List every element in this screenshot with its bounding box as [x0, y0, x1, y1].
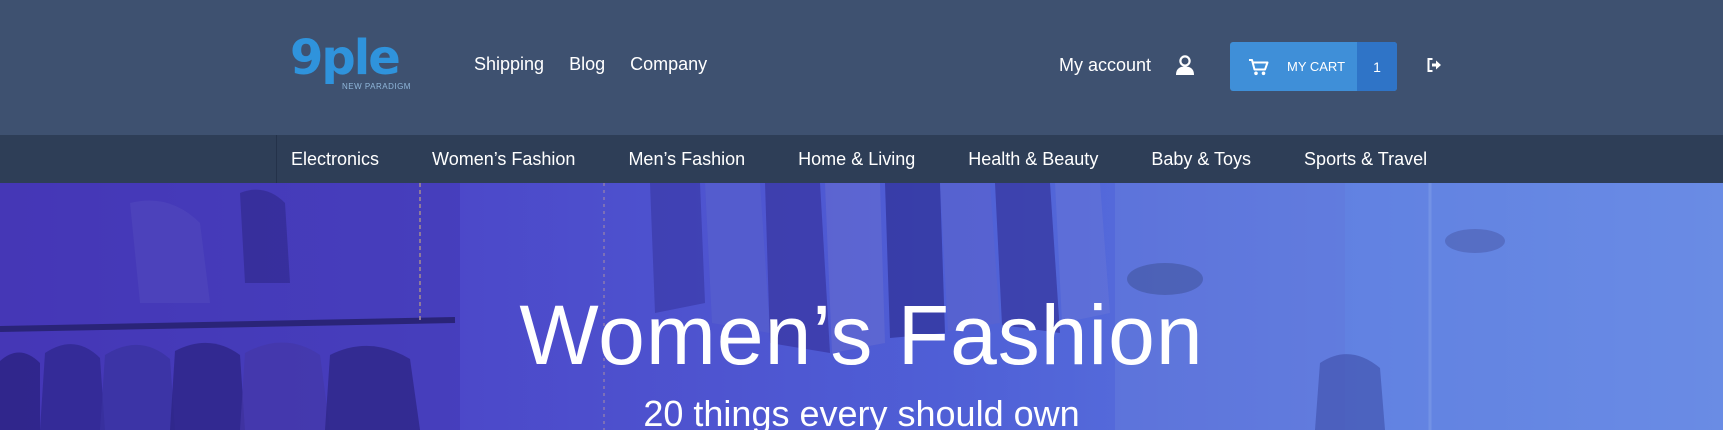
category-womens-fashion[interactable]: Women’s Fashion [432, 149, 575, 170]
top-nav: Shipping Blog Company [474, 54, 707, 75]
category-bar: Electronics Women’s Fashion Men’s Fashio… [0, 135, 1723, 183]
hero-banner: Women’s Fashion 20 things every should o… [0, 183, 1723, 430]
my-account-link[interactable]: My account [1059, 54, 1196, 76]
category-health-beauty[interactable]: Health & Beauty [968, 149, 1098, 170]
cart-icon [1248, 58, 1270, 76]
logo-tagline: NEW PARADIGM [342, 82, 411, 91]
category-electronics[interactable]: Electronics [291, 149, 379, 170]
my-account-label: My account [1059, 54, 1152, 75]
category-list: Electronics Women’s Fashion Men’s Fashio… [276, 135, 1427, 183]
site-logo[interactable]: 9ple NEW PARADIGM [290, 30, 420, 96]
category-home-living[interactable]: Home & Living [798, 149, 915, 170]
my-cart-button[interactable]: MY CART 1 [1230, 42, 1397, 91]
nav-link-blog[interactable]: Blog [569, 54, 605, 75]
cart-main[interactable]: MY CART [1230, 42, 1357, 91]
logo-wordmark: 9ple [290, 30, 401, 86]
logout-icon[interactable] [1426, 57, 1442, 73]
hero-subtitle: 20 things every should own [643, 393, 1080, 430]
cart-count-badge: 1 [1357, 42, 1397, 91]
user-icon[interactable] [1174, 54, 1196, 76]
hero-title: Women’s Fashion [519, 288, 1204, 382]
nav-link-company[interactable]: Company [630, 54, 707, 75]
category-mens-fashion[interactable]: Men’s Fashion [628, 149, 745, 170]
top-header: 9ple NEW PARADIGM Shipping Blog Company … [0, 0, 1723, 135]
category-sports-travel[interactable]: Sports & Travel [1304, 149, 1427, 170]
category-baby-toys[interactable]: Baby & Toys [1151, 149, 1251, 170]
nav-link-shipping[interactable]: Shipping [474, 54, 544, 75]
cart-label: MY CART [1287, 59, 1346, 74]
